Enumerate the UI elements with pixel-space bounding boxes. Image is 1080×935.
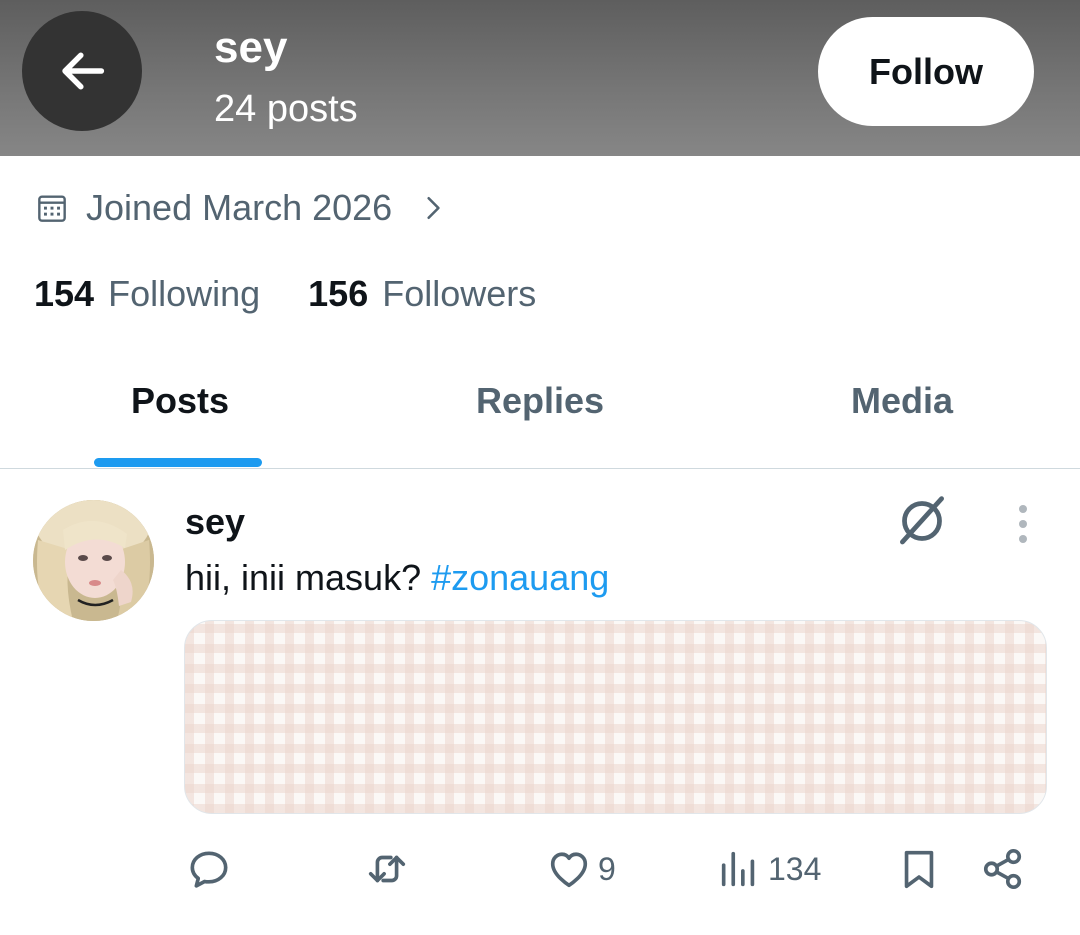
following-label: Following: [108, 273, 261, 314]
tab-replies[interactable]: Replies: [360, 345, 720, 457]
follow-counts: 154 Following 156 Followers: [34, 270, 536, 318]
post-text: hii, inii masuk? #zonauang: [185, 556, 609, 600]
chevron-right-icon: [427, 196, 440, 220]
grok-icon[interactable]: [894, 493, 950, 549]
following-count: 154: [34, 273, 95, 314]
tab-media[interactable]: Media: [720, 345, 1080, 457]
post-hashtag-link[interactable]: #zonauang: [431, 557, 609, 598]
like-button[interactable]: 9: [546, 844, 616, 894]
avatar-image: [33, 500, 154, 621]
bookmark-icon: [904, 850, 934, 889]
profile-page: sey 24 posts Follow Joined March 2026 15…: [0, 0, 1080, 935]
post-media-image[interactable]: [184, 620, 1047, 814]
followers-label: Followers: [382, 273, 537, 314]
arrow-left-icon: [62, 52, 105, 90]
repost-button[interactable]: [364, 844, 410, 894]
following-link[interactable]: 154 Following: [34, 273, 260, 315]
post-body-text: hii, inii masuk?: [185, 557, 432, 598]
avatar[interactable]: [33, 500, 154, 621]
joined-date-row[interactable]: Joined March 2026: [36, 184, 446, 232]
views-button[interactable]: 134: [716, 844, 821, 894]
profile-tabs: Posts Replies Media: [0, 345, 1080, 469]
views-count: 134: [768, 850, 822, 887]
like-count: 9: [598, 850, 616, 887]
follow-button[interactable]: Follow: [818, 17, 1034, 126]
tab-posts[interactable]: Posts: [0, 345, 360, 457]
header-display-name: sey: [214, 23, 288, 72]
followers-count: 156: [308, 273, 369, 314]
calendar-icon: [38, 195, 66, 222]
repost-icon: [368, 855, 406, 883]
back-button[interactable]: [22, 11, 142, 131]
reply-button[interactable]: [186, 844, 232, 894]
heart-icon: [550, 852, 588, 888]
share-icon: [983, 848, 1022, 890]
joined-date-text: Joined March 2026: [86, 187, 393, 228]
profile-header: sey 24 posts Follow: [0, 0, 1080, 156]
header-post-count: 24 posts: [214, 88, 358, 130]
share-button[interactable]: [980, 844, 1026, 894]
views-icon: [721, 851, 755, 887]
active-tab-indicator: [94, 458, 262, 467]
followers-link[interactable]: 156 Followers: [308, 273, 536, 315]
post-author-name[interactable]: sey: [185, 500, 245, 544]
more-vertical-icon[interactable]: [1006, 502, 1040, 546]
bookmark-button[interactable]: [896, 844, 942, 894]
reply-icon: [190, 851, 228, 888]
